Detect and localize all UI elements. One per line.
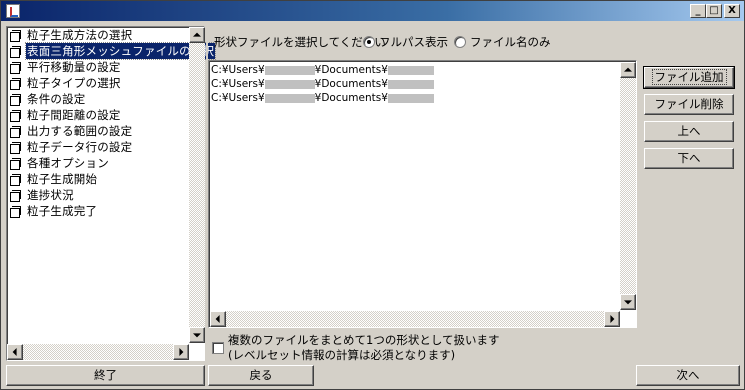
step-item-selected[interactable]: 表面三角形メッシュファイルの選択 — [9, 42, 217, 60]
scroll-right-button[interactable] — [604, 311, 620, 327]
step-label: 粒子生成完了 — [27, 204, 98, 218]
merge-files-checkbox[interactable] — [212, 342, 224, 354]
redacted-filename — [387, 65, 434, 75]
step-item[interactable]: 粒子生成開始 — [9, 171, 98, 187]
file-list[interactable]: C:¥Users¥ ¥Documents¥ C:¥Users¥ ¥Documen… — [208, 60, 637, 328]
redacted-username — [264, 65, 315, 75]
step-item[interactable]: 粒子生成完了 — [9, 203, 98, 219]
java-app-icon — [6, 4, 20, 18]
delete-file-button[interactable]: ファイル削除 — [644, 94, 734, 115]
node-icon — [9, 109, 22, 122]
file-list-item[interactable]: C:¥Users¥ ¥Documents¥ — [211, 63, 434, 77]
step-label: 出力する範囲の設定 — [27, 124, 133, 138]
back-button[interactable]: 戻る — [208, 365, 314, 386]
step-label: 進捗状況 — [27, 188, 74, 202]
node-icon — [9, 189, 22, 202]
file-list-vertical-scrollbar[interactable] — [620, 62, 636, 310]
node-icon — [9, 157, 22, 170]
redacted-filename — [387, 93, 434, 103]
select-file-prompt: 形状ファイルを選択してください — [214, 35, 386, 49]
step-item[interactable]: 粒子データ行の設定 — [9, 139, 133, 155]
node-icon — [9, 141, 22, 154]
add-file-button[interactable]: ファイル追加 — [643, 66, 735, 89]
step-label: 粒子生成方法の選択 — [27, 28, 133, 42]
step-tree[interactable]: 粒子生成方法の選択 表面三角形メッシュファイルの選択 平行移動量の設定 粒子タイ… — [6, 26, 217, 361]
merge-files-label-line1: 複数のファイルをまとめて1つの形状として扱います — [228, 333, 500, 347]
exit-button[interactable]: 終了 — [6, 365, 205, 386]
step-item[interactable]: 条件の設定 — [9, 91, 87, 107]
arrow-left-icon — [215, 315, 220, 323]
step-label: 粒子タイプの選択 — [27, 76, 121, 90]
arrow-up-icon — [193, 32, 201, 37]
scroll-left-button[interactable] — [7, 344, 23, 360]
app-window: _ □ X 粒子生成方法の選択 表面三角形メッシュファイルの選択 平行移動量の設… — [0, 0, 745, 390]
redacted-username — [264, 93, 315, 103]
step-item[interactable]: 出力する範囲の設定 — [9, 123, 133, 139]
step-label: 粒子間距離の設定 — [27, 108, 121, 122]
radio-unselected-icon — [454, 36, 466, 48]
title-bar[interactable]: _ □ X — [1, 1, 744, 21]
arrow-left-icon — [12, 348, 17, 356]
full-path-radio-label: フルパス表示 — [379, 35, 448, 49]
next-button[interactable]: 次へ — [636, 365, 740, 386]
file-path-middle: ¥Documents¥ — [314, 64, 388, 76]
step-item[interactable]: 粒子生成方法の選択 — [9, 27, 133, 43]
scroll-down-button[interactable] — [189, 327, 205, 343]
arrow-right-icon — [610, 315, 615, 323]
radio-selected-icon — [363, 36, 375, 48]
step-item[interactable]: 各種オプション — [9, 155, 110, 171]
step-label: 粒子データ行の設定 — [27, 140, 133, 154]
scroll-down-button[interactable] — [620, 294, 636, 310]
minimize-button[interactable]: _ — [690, 4, 706, 18]
arrow-down-icon — [624, 300, 632, 305]
arrow-up-icon — [624, 67, 632, 72]
file-list-horizontal-scrollbar[interactable] — [210, 311, 620, 327]
file-name-radio[interactable]: ファイル名のみ — [454, 34, 551, 50]
tree-horizontal-scrollbar[interactable] — [7, 344, 189, 360]
step-label: 平行移動量の設定 — [27, 60, 121, 74]
scroll-right-button[interactable] — [173, 344, 189, 360]
file-path-middle: ¥Documents¥ — [314, 78, 388, 90]
node-icon — [9, 93, 22, 106]
merge-files-label-line2: (レベルセット情報の計算は必須となります) — [228, 348, 456, 362]
node-icon — [9, 173, 22, 186]
scroll-up-button[interactable] — [620, 62, 636, 78]
step-item[interactable]: 粒子タイプの選択 — [9, 75, 122, 91]
move-down-button[interactable]: 下へ — [644, 148, 734, 169]
step-item[interactable]: 平行移動量の設定 — [9, 59, 122, 75]
file-path-prefix: C:¥Users¥ — [211, 92, 265, 104]
scroll-up-button[interactable] — [189, 27, 205, 43]
step-label: 粒子生成開始 — [27, 172, 98, 186]
node-icon — [9, 45, 22, 58]
add-file-label: ファイル追加 — [651, 69, 727, 85]
redacted-filename — [387, 79, 434, 89]
close-button[interactable]: X — [724, 4, 740, 18]
arrow-right-icon — [179, 348, 184, 356]
maximize-button[interactable]: □ — [706, 4, 722, 18]
redacted-username — [264, 79, 315, 89]
file-path-prefix: C:¥Users¥ — [211, 64, 265, 76]
scroll-left-button[interactable] — [210, 311, 226, 327]
move-up-button[interactable]: 上へ — [644, 121, 734, 142]
node-icon — [9, 61, 22, 74]
file-path-prefix: C:¥Users¥ — [211, 78, 265, 90]
step-label: 各種オプション — [27, 156, 109, 170]
file-list-item[interactable]: C:¥Users¥ ¥Documents¥ — [211, 77, 434, 91]
step-item[interactable]: 進捗状況 — [9, 187, 75, 203]
step-label: 条件の設定 — [27, 92, 86, 106]
full-path-radio[interactable]: フルパス表示 — [363, 34, 448, 50]
file-name-radio-label: ファイル名のみ — [470, 35, 551, 49]
step-label: 表面三角形メッシュファイルの選択 — [24, 42, 217, 60]
file-list-item[interactable]: C:¥Users¥ ¥Documents¥ — [211, 91, 434, 105]
node-icon — [9, 29, 22, 42]
node-icon — [9, 125, 22, 138]
arrow-down-icon — [193, 333, 201, 338]
tree-vertical-scrollbar[interactable] — [189, 27, 205, 343]
node-icon — [9, 205, 22, 218]
node-icon — [9, 77, 22, 90]
file-path-middle: ¥Documents¥ — [314, 92, 388, 104]
step-item[interactable]: 粒子間距離の設定 — [9, 107, 122, 123]
